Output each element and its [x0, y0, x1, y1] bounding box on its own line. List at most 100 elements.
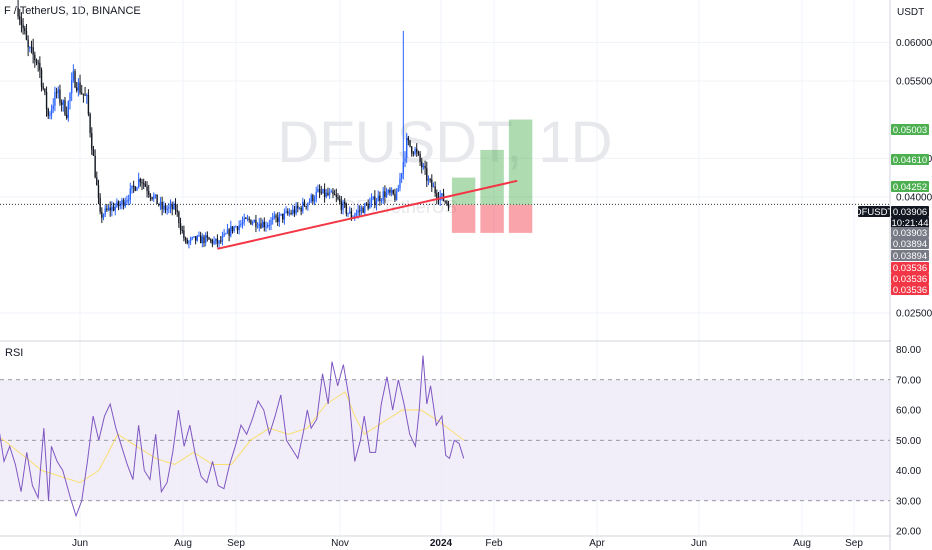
- candle-body: [181, 229, 183, 231]
- candle-body: [320, 192, 322, 194]
- candle-body: [240, 223, 242, 226]
- candle-body: [44, 88, 46, 93]
- candle-body: [201, 236, 204, 244]
- candle-body: [109, 207, 111, 211]
- candle-body: [34, 54, 36, 60]
- candle-body: [370, 198, 373, 203]
- candle-body: [266, 225, 269, 227]
- candle-body: [347, 213, 349, 215]
- candle-body: [149, 194, 152, 198]
- candle-body: [132, 185, 135, 187]
- candle-body: [330, 191, 332, 193]
- time-tick-label: 2024: [430, 538, 453, 549]
- candle-body: [193, 236, 195, 238]
- candle-body: [79, 82, 81, 93]
- candle-body: [42, 86, 44, 89]
- candle-body: [323, 188, 326, 197]
- currency-label: USDT: [897, 7, 924, 18]
- candle-body: [273, 215, 276, 218]
- candle-body: [261, 221, 264, 228]
- candle-body: [245, 217, 247, 219]
- candle-body: [380, 199, 383, 201]
- chart-canvas[interactable]: DFUSDT, 1DDF / TetherUSUSDT0.060000.0550…: [0, 0, 932, 550]
- candle-body: [349, 211, 351, 214]
- candle-body: [91, 133, 93, 150]
- rsi-tick-label: 70.00: [896, 375, 921, 386]
- candle-body: [241, 222, 244, 224]
- candle-body: [17, 7, 19, 17]
- candle-body: [344, 201, 346, 205]
- candle-body: [204, 235, 207, 244]
- price-badge-label: 0.05003: [893, 125, 927, 136]
- candle-body: [72, 71, 75, 81]
- candle-body: [49, 114, 51, 116]
- candle-body: [298, 207, 301, 209]
- candle-body: [407, 137, 410, 141]
- candle-body: [35, 59, 38, 63]
- candle-body: [40, 69, 43, 87]
- candle-body: [211, 239, 214, 244]
- candle-body: [275, 215, 277, 218]
- price-tick-label: 0.02500: [896, 308, 932, 319]
- candle-body: [20, 19, 23, 25]
- candle-body: [67, 101, 70, 118]
- candle-body: [231, 226, 234, 231]
- price-badge-label: 0.04610: [893, 155, 927, 166]
- candle-body: [333, 194, 336, 196]
- time-tick-label: Apr: [589, 538, 605, 549]
- candle-body: [359, 210, 361, 212]
- candle-body: [184, 238, 187, 240]
- candle-body: [389, 190, 391, 193]
- candle-body: [96, 177, 98, 186]
- candle-body: [69, 93, 71, 102]
- time-tick-label: Nov: [331, 538, 349, 549]
- candle-body: [32, 47, 34, 55]
- candle-body: [112, 206, 115, 211]
- candle-body: [345, 204, 348, 214]
- candle-body: [250, 219, 252, 225]
- candle-body: [189, 238, 192, 242]
- candle-body: [215, 238, 217, 241]
- candle-body: [404, 157, 406, 162]
- candle-body: [400, 173, 403, 179]
- candle-body: [290, 212, 292, 214]
- candle-body: [328, 192, 331, 196]
- candle-body: [327, 192, 329, 196]
- price-tick-label: 0.04000: [896, 193, 932, 204]
- candle-body: [246, 218, 249, 220]
- candle-body: [111, 206, 113, 211]
- candle-body: [382, 191, 384, 200]
- candle-body: [431, 179, 433, 187]
- candle-body: [422, 165, 425, 168]
- candle-body: [104, 208, 106, 215]
- candle-body: [191, 237, 193, 239]
- candle-body: [57, 89, 59, 93]
- candle-body: [342, 201, 344, 210]
- candle-body: [360, 207, 363, 211]
- candle-body: [30, 47, 33, 49]
- candle-body: [414, 148, 416, 154]
- candle-body: [106, 208, 108, 210]
- candle-body: [429, 179, 431, 181]
- candle-body: [82, 93, 85, 95]
- candle-body: [168, 206, 170, 209]
- candle-body: [65, 114, 68, 118]
- candle-body: [411, 146, 413, 153]
- candle-body: [338, 198, 341, 202]
- candle-body: [405, 137, 408, 158]
- candle-body: [288, 212, 291, 214]
- candle-body: [226, 229, 229, 234]
- candle-body: [121, 200, 123, 205]
- candle-body: [143, 183, 145, 185]
- time-tick-label: Jun: [72, 538, 88, 549]
- time-tick-label: Jun: [691, 538, 707, 549]
- candle-body: [390, 190, 393, 193]
- candle-body: [218, 240, 220, 244]
- candle-body: [163, 205, 165, 210]
- candle-body: [295, 205, 297, 214]
- candle-body: [402, 161, 405, 174]
- candle-body: [256, 226, 259, 228]
- candle-body: [126, 199, 128, 203]
- candle-body: [45, 92, 48, 110]
- candle-body: [139, 179, 142, 182]
